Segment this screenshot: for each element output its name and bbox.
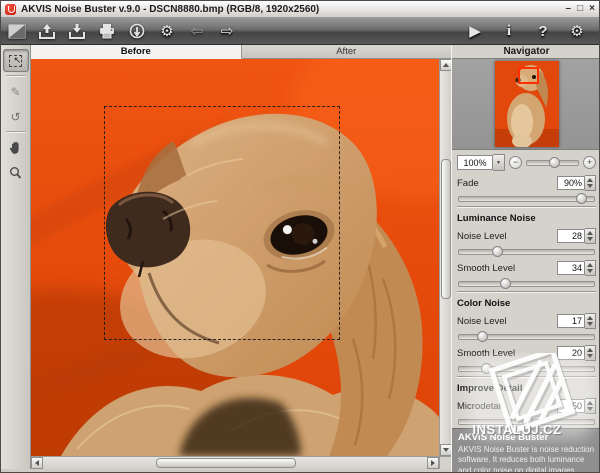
lum-noise-level-value[interactable]: 28 — [557, 229, 585, 243]
fade-slider[interactable] — [458, 196, 595, 202]
hand-icon — [9, 141, 22, 155]
scroll-right-button[interactable] — [427, 457, 439, 469]
zoom-slider-thumb[interactable] — [549, 157, 560, 168]
lum-noise-level-spinner[interactable] — [585, 228, 596, 244]
view-tabs: Before After — [31, 45, 451, 59]
zoom-controls: 100% ▼ − + — [452, 150, 600, 173]
tool-separator — [6, 131, 26, 133]
color-noise-level-value[interactable]: 17 — [557, 314, 585, 328]
group-color-noise: Color Noise — [457, 291, 596, 311]
open-image-icon[interactable] — [37, 21, 57, 41]
zoom-value-field[interactable]: 100% — [457, 155, 493, 170]
microdetail-spinner[interactable] — [585, 398, 596, 414]
lum-smooth-level-slider[interactable] — [458, 281, 595, 287]
navigator-title: Navigator — [452, 45, 600, 58]
color-noise-level-slider[interactable] — [458, 334, 595, 340]
zoom-tool[interactable] — [3, 161, 29, 184]
microdetail-thumb[interactable] — [522, 416, 533, 427]
workspace-view-icon[interactable] — [7, 21, 27, 41]
group-luminance-noise: Luminance Noise — [457, 206, 596, 226]
save-image-icon[interactable] — [67, 21, 87, 41]
redo-icon[interactable]: ⇨ — [217, 21, 237, 41]
hint-text: AKVIS Noise Buster is noise reduction so… — [458, 445, 595, 473]
noise-brush-tool[interactable]: ✎ — [3, 80, 29, 103]
lum-smooth-level-label: Smooth Level — [457, 263, 515, 274]
fade-spinner[interactable] — [585, 175, 596, 191]
brush-icon: ✎ — [10, 86, 20, 98]
app-window: AKVIS Noise Buster v.9.0 - DSCN8880.bmp … — [0, 0, 600, 473]
tab-after[interactable]: After — [242, 45, 452, 58]
microdetail-slider[interactable] — [458, 419, 595, 425]
group-improve-detail: Improve Detail — [457, 376, 596, 396]
color-smooth-level-thumb[interactable] — [481, 363, 492, 374]
fade-slider-thumb[interactable] — [576, 193, 587, 204]
main-toolbar: ⚙ ⇦ ⇨ ▶ i ? ⚙ — [1, 18, 599, 45]
undo-icon[interactable]: ⇦ — [187, 21, 207, 41]
preview-selection-rect[interactable] — [104, 106, 340, 340]
lum-smooth-level-spinner[interactable] — [585, 260, 596, 276]
tool-rail: ↖ ✎ ↺ — [1, 45, 31, 473]
color-smooth-level-slider[interactable] — [458, 366, 595, 372]
lum-smooth-level-value[interactable]: 34 — [557, 261, 585, 275]
color-smooth-level-label: Smooth Level — [457, 348, 515, 359]
history-brush-tool[interactable]: ↺ — [3, 105, 29, 128]
window-title: AKVIS Noise Buster v.9.0 - DSCN8880.bmp … — [21, 4, 319, 15]
tab-before[interactable]: Before — [31, 45, 242, 59]
color-noise-level-spinner[interactable] — [585, 313, 596, 329]
fade-value[interactable]: 90% — [557, 176, 585, 190]
scrollbar-corner — [439, 456, 451, 469]
navigator-view-rect[interactable] — [518, 67, 539, 84]
preferences-gear-icon[interactable]: ⚙ — [567, 21, 587, 41]
about-info-icon[interactable]: i — [499, 21, 519, 41]
image-canvas[interactable] — [31, 59, 439, 456]
lum-noise-level-label: Noise Level — [457, 231, 507, 242]
microdetail-value[interactable]: 50 — [557, 399, 585, 413]
microdetail-label: Microdetail — [457, 401, 503, 412]
zoom-dropdown-button[interactable]: ▼ — [493, 154, 505, 171]
color-noise-level-thumb[interactable] — [477, 331, 488, 342]
hand-tool[interactable] — [3, 136, 29, 159]
help-icon[interactable]: ? — [533, 21, 553, 41]
magnifier-icon — [9, 166, 22, 180]
preview-area-tool[interactable]: ↖ — [3, 49, 29, 72]
navigator-area — [452, 58, 600, 150]
vertical-scrollbar[interactable] — [439, 59, 451, 456]
fade-label: Fade — [457, 178, 479, 189]
history-brush-icon: ↺ — [10, 111, 20, 123]
close-button[interactable]: × — [589, 4, 595, 14]
tool-separator — [6, 75, 26, 77]
batch-processing-icon[interactable]: ⚙ — [157, 21, 177, 41]
zoom-slider[interactable] — [526, 160, 579, 166]
print-icon[interactable] — [97, 21, 117, 41]
lum-noise-level-thumb[interactable] — [492, 246, 503, 257]
color-noise-level-label: Noise Level — [457, 316, 507, 327]
share-publish-icon[interactable] — [127, 21, 147, 41]
zoom-out-button[interactable]: − — [509, 156, 522, 169]
scroll-left-button[interactable] — [31, 457, 43, 469]
zoom-in-button[interactable]: + — [583, 156, 596, 169]
maximize-button[interactable]: □ — [577, 4, 583, 14]
preview-tool-icon: ↖ — [9, 55, 22, 67]
color-smooth-level-value[interactable]: 20 — [557, 346, 585, 360]
horizontal-scroll-thumb[interactable] — [156, 458, 296, 468]
hint-title: AKVIS Noise Buster — [458, 432, 595, 443]
hint-panel: AKVIS Noise Buster AKVIS Noise Buster is… — [452, 428, 600, 473]
navigator-thumbnail[interactable] — [495, 61, 559, 147]
lum-noise-level-slider[interactable] — [458, 249, 595, 255]
minimize-button[interactable]: – — [566, 4, 572, 14]
akvis-logo-icon — [5, 4, 16, 15]
lum-smooth-level-thumb[interactable] — [500, 278, 511, 289]
title-bar: AKVIS Noise Buster v.9.0 - DSCN8880.bmp … — [1, 1, 599, 18]
horizontal-scrollbar[interactable] — [31, 456, 439, 469]
color-smooth-level-spinner[interactable] — [585, 345, 596, 361]
vertical-scroll-thumb[interactable] — [441, 159, 451, 299]
settings-panel: Navigator 100% — [451, 45, 600, 473]
run-processing-icon[interactable]: ▶ — [465, 21, 485, 41]
